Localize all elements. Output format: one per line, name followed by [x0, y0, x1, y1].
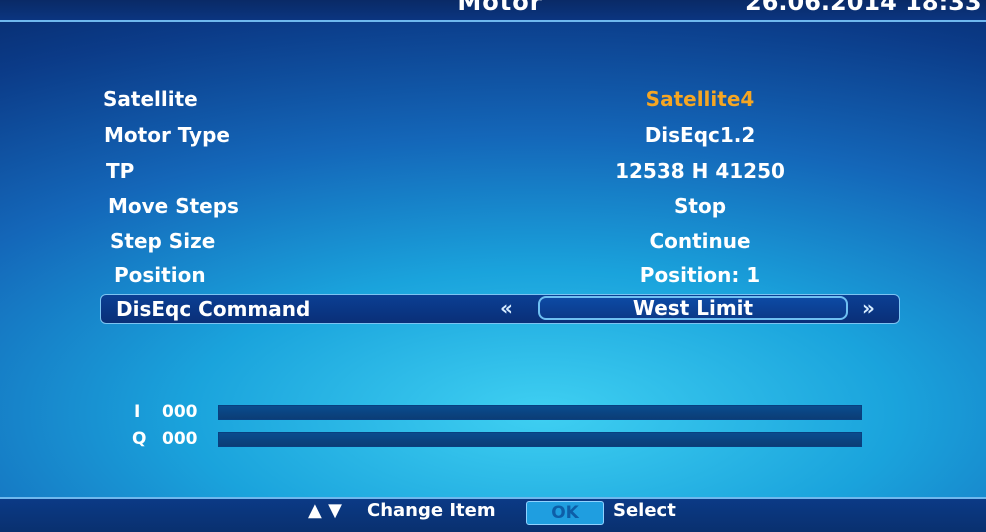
arrow-left-icon[interactable]: « — [500, 296, 513, 320]
position-label: Position — [114, 263, 206, 287]
satellite-label: Satellite — [103, 87, 198, 111]
position-row[interactable]: Position Position: 1 — [100, 260, 890, 290]
motor-type-value: DisEqc1.2 — [644, 123, 756, 147]
diseqc-command-label: DisEqc Command — [116, 297, 311, 321]
i-meter-value: 000 — [162, 402, 198, 422]
select-hint: Select — [613, 500, 676, 521]
diseqc-command-value[interactable]: West Limit — [538, 296, 848, 320]
move-steps-value: Stop — [673, 194, 727, 218]
nav-arrows-icon: ▲ ▼ — [308, 500, 342, 521]
q-meter-label: Q — [132, 429, 147, 449]
motor-type-row[interactable]: Motor Type DisEqc1.2 — [100, 120, 890, 150]
satellite-row[interactable]: Satellite Satellite4 — [100, 84, 890, 114]
page-title: Motor — [457, 0, 543, 16]
arrow-right-icon[interactable]: » — [862, 296, 875, 320]
change-item-hint: Change Item — [367, 500, 496, 521]
motor-type-label: Motor Type — [104, 123, 230, 147]
step-size-row[interactable]: Step Size Continue — [100, 226, 890, 256]
step-size-label: Step Size — [110, 229, 216, 253]
step-size-value: Continue — [649, 229, 751, 253]
position-value: Position: 1 — [639, 263, 761, 287]
tp-value: 12538 H 41250 — [615, 159, 785, 183]
tp-row[interactable]: TP 12538 H 41250 — [100, 156, 890, 186]
datetime-readout: 26.06.2014 18:33 — [745, 0, 982, 16]
satellite-value: Satellite4 — [645, 87, 755, 111]
q-meter-bar — [218, 432, 862, 447]
ok-button[interactable]: OK — [526, 501, 604, 525]
move-steps-row[interactable]: Move Steps Stop — [100, 191, 890, 221]
q-meter-value: 000 — [162, 429, 198, 449]
i-meter-bar — [218, 405, 862, 420]
i-meter-label: I — [134, 402, 141, 422]
tp-label: TP — [106, 159, 135, 183]
move-steps-label: Move Steps — [108, 194, 239, 218]
